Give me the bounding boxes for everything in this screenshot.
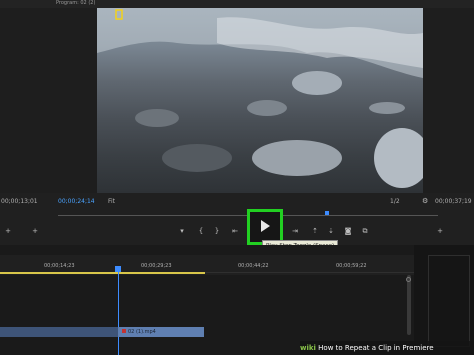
add-marker-icon[interactable]: ▾ <box>177 226 187 236</box>
video-clip[interactable]: 02 (1).mp4 <box>118 327 204 337</box>
go-to-out-icon[interactable]: ⇥ <box>290 226 300 236</box>
ruler-time-1: 00;00;14;23 <box>44 263 75 269</box>
left-timecode[interactable]: 00;00;13;01 <box>1 198 38 205</box>
ruler-time-2: 00;00;29;23 <box>141 263 172 269</box>
ruler-time-4: 00;00;59;22 <box>336 263 367 269</box>
current-timecode[interactable]: 00;00;24;14 <box>58 198 95 205</box>
left-add-icon[interactable]: + <box>30 226 40 236</box>
work-area-bar[interactable] <box>0 272 205 274</box>
program-tab-label[interactable]: Program: 02 (2) <box>56 0 95 6</box>
export-frame-icon[interactable]: ◙ <box>343 226 353 236</box>
wiki-brand: wiki <box>300 344 316 352</box>
left-marker-icon[interactable]: + <box>3 226 13 236</box>
ruler-time-3: 00;00;44;22 <box>238 263 269 269</box>
glacier-river-scene <box>97 8 423 188</box>
wrench-icon[interactable]: ⚙ <box>422 197 428 205</box>
wikihow-watermark: wiki How to Repeat a Clip in Premiere <box>300 341 474 355</box>
compare-icon[interactable]: ⧉ <box>360 226 370 236</box>
play-icon[interactable] <box>261 220 270 232</box>
watermark-title: How to Repeat a Clip in Premiere <box>318 344 434 352</box>
clip-label: 02 (1).mp4 <box>128 329 156 335</box>
left-panel <box>0 8 97 193</box>
timeline-scrollbar[interactable] <box>407 275 411 335</box>
audio-meter <box>428 255 470 347</box>
timeline-playhead[interactable] <box>118 270 119 355</box>
fit-dropdown[interactable]: Fit <box>108 198 115 205</box>
scroll-handle-top[interactable] <box>406 277 411 282</box>
extract-icon[interactable]: ⇣ <box>326 226 336 236</box>
duration-timecode: 00;00;37;19 <box>435 198 472 205</box>
resolution-dropdown[interactable]: 1/2 <box>390 198 400 205</box>
program-video-frame <box>97 8 423 193</box>
clip-before[interactable] <box>0 327 118 337</box>
lift-icon[interactable]: ⇡ <box>310 226 320 236</box>
go-to-in-icon[interactable]: ⇤ <box>230 226 240 236</box>
button-editor-add-icon[interactable]: + <box>435 226 445 236</box>
scrubber-playhead[interactable] <box>325 211 329 215</box>
mark-in-icon[interactable]: { <box>196 226 206 236</box>
clip-fx-icon <box>122 329 126 333</box>
right-panel-upper <box>423 8 474 193</box>
mark-out-icon[interactable]: } <box>212 226 222 236</box>
